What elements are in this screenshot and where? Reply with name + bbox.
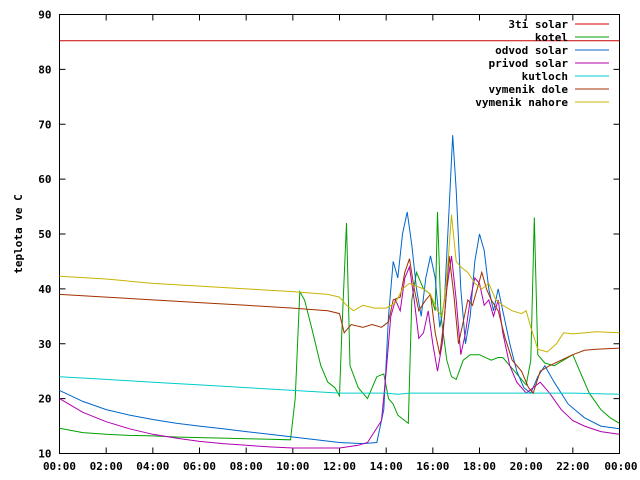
series-line-privod-solar bbox=[59, 255, 620, 449]
x-tick-label: 00:00 bbox=[43, 460, 76, 473]
legend-label: odvod solar bbox=[495, 44, 568, 57]
y-tick-label: 10 bbox=[38, 448, 51, 461]
x-tick-label: 04:00 bbox=[136, 460, 169, 473]
y-tick-label: 50 bbox=[38, 228, 51, 241]
x-tick-label: 10:00 bbox=[276, 460, 309, 473]
y-tick-label: 70 bbox=[38, 118, 51, 131]
x-tick-label: 18:00 bbox=[463, 460, 496, 473]
y-tick-label: 60 bbox=[38, 173, 51, 186]
series-line-odvod-solar bbox=[59, 135, 620, 445]
legend-label: kotel bbox=[535, 31, 568, 44]
x-tick-label: 16:00 bbox=[416, 460, 449, 473]
x-tick-label: 02:00 bbox=[90, 460, 123, 473]
legend-label: vymenik nahore bbox=[475, 96, 568, 109]
y-tick-label: 80 bbox=[38, 63, 51, 76]
y-tick-label: 40 bbox=[38, 283, 51, 296]
line-chart: 10 20 30 40 50 60 70 80 90 00:00 02:00 04:00 06:00 0… bbox=[12, 9, 638, 474]
x-tick-label: 12:00 bbox=[323, 460, 356, 473]
legend-label: 3ti solar bbox=[508, 18, 568, 31]
x-tick-label: 22:00 bbox=[556, 460, 589, 473]
x-tick-label: 14:00 bbox=[370, 460, 403, 473]
y-tick-label: 30 bbox=[38, 338, 51, 351]
series-line-kotel bbox=[59, 211, 620, 441]
y-tick-label: 90 bbox=[38, 9, 51, 22]
legend-label: privod solar bbox=[489, 57, 569, 70]
y-axis-label: teplota ve C bbox=[12, 194, 25, 273]
x-tick-label: 00:00 bbox=[604, 460, 637, 473]
legend-label: kutloch bbox=[522, 70, 568, 83]
y-tick-label: 20 bbox=[38, 393, 51, 406]
x-tick-label: 06:00 bbox=[183, 460, 216, 473]
x-tick-label: 08:00 bbox=[230, 460, 263, 473]
legend-label: vymenik dole bbox=[489, 83, 569, 96]
x-tick-label: 20:00 bbox=[510, 460, 543, 473]
legend: 3ti solarkotelodvod solarprivod solarkut… bbox=[475, 18, 609, 109]
